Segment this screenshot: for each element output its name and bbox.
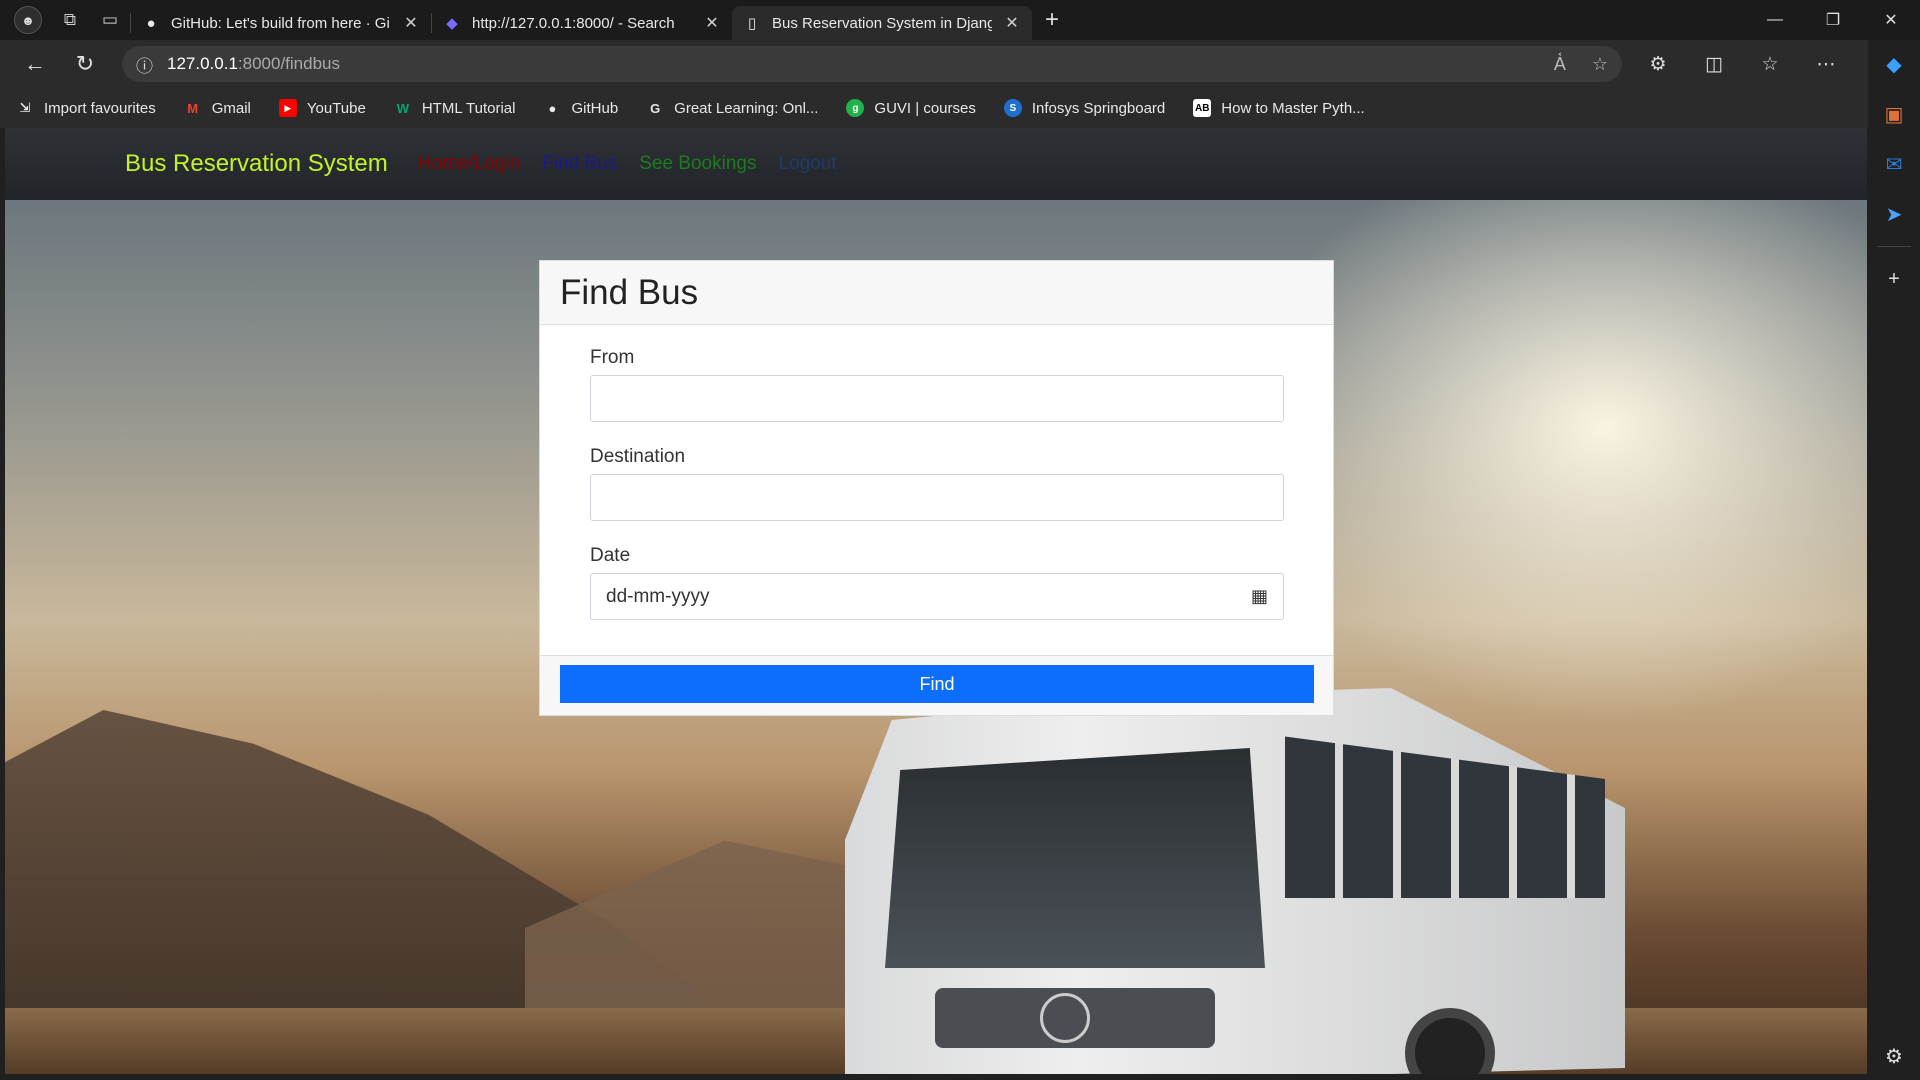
extensions-icon[interactable]: ⚙ — [1630, 40, 1686, 88]
bookmark-label: Import favourites — [44, 99, 156, 117]
settings-gear-icon[interactable]: ⚙ — [1876, 1038, 1912, 1074]
close-icon[interactable]: ✕ — [702, 13, 722, 33]
bookmark-great-learning[interactable]: G Great Learning: Onl... — [646, 99, 818, 117]
bookmark-github[interactable]: ● GitHub — [543, 99, 619, 117]
favourites-icon[interactable]: ☆ — [1742, 40, 1798, 88]
infosys-icon: S — [1003, 99, 1022, 117]
drop-icon[interactable]: ➤ — [1876, 196, 1912, 232]
from-input[interactable] — [590, 375, 1284, 422]
nav-see-bookings[interactable]: See Bookings — [639, 153, 756, 175]
add-icon[interactable]: + — [1876, 261, 1912, 297]
minimize-button[interactable]: — — [1746, 0, 1804, 40]
bookmark-label: GUVI | courses — [874, 99, 976, 117]
ab-icon: AB — [1193, 99, 1212, 117]
date-label: Date — [590, 545, 631, 566]
bookmarks-bar: ⇲ Import favourites M Gmail ▶ YouTube W … — [0, 88, 1868, 128]
card-title: Find Bus — [540, 261, 1333, 325]
date-placeholder: dd-mm-yyyy — [606, 585, 710, 607]
tab-search[interactable]: ◆ http://127.0.0.1:8000/ - Search ✕ — [432, 6, 732, 40]
bookmark-label: Great Learning: Onl... — [674, 99, 819, 117]
sidebar-divider — [1877, 246, 1911, 247]
date-input[interactable]: dd-mm-yyyy ▦ — [590, 573, 1284, 620]
card-footer: Find — [540, 655, 1333, 715]
tab-actions-icon[interactable]: ▭ — [90, 0, 130, 40]
more-options-icon[interactable]: ⋯ — [1798, 40, 1854, 88]
refresh-button[interactable]: ↻ — [60, 40, 110, 88]
restore-button[interactable]: ❐ — [1804, 0, 1862, 40]
url-path: :8000/findbus — [237, 54, 340, 73]
destination-field[interactable] — [606, 475, 1268, 520]
bookmark-youtube[interactable]: ▶ YouTube — [278, 99, 366, 117]
info-icon[interactable]: ⓘ — [136, 52, 153, 77]
new-tab-button[interactable]: + — [1032, 0, 1072, 40]
bookmark-label: Gmail — [211, 99, 251, 117]
site-brand[interactable]: Bus Reservation System — [125, 150, 388, 178]
background-bus-image — [845, 688, 1625, 1074]
guvi-icon: g — [846, 99, 865, 117]
close-window-button[interactable]: ✕ — [1862, 0, 1920, 40]
date-group: Date dd-mm-yyyy ▦ — [590, 545, 1284, 620]
bookmark-label: How to Master Pyth... — [1221, 99, 1365, 117]
page-icon: ▯ — [747, 15, 757, 32]
address-bar[interactable]: ⓘ 127.0.0.1:8000/findbus A᷾ ☆ — [122, 46, 1622, 82]
bookmark-label: Infosys Springboard — [1031, 99, 1166, 117]
back-button[interactable]: ← — [10, 40, 60, 88]
destination-group: Destination — [590, 446, 1284, 521]
find-bus-card: Find Bus From Destination Date dd-mm-yyy… — [539, 260, 1334, 716]
tab-github[interactable]: ● GitHub: Let's build from here · Gi ✕ — [131, 6, 431, 40]
browser-tabbar: ☻ ⧉ ▭ ● GitHub: Let's build from here · … — [0, 0, 1920, 40]
bookmark-gmail[interactable]: M Gmail — [184, 99, 251, 117]
bookmark-label: HTML Tutorial — [421, 99, 516, 117]
import-icon: ⇲ — [19, 100, 31, 115]
close-icon[interactable]: ✕ — [401, 13, 421, 33]
bookmark-master-python[interactable]: AB How to Master Pyth... — [1193, 99, 1365, 117]
outlook-icon[interactable]: ✉ — [1876, 146, 1912, 182]
tab-title: http://127.0.0.1:8000/ - Search — [472, 14, 675, 32]
browser-toolbar: ← ↻ ⓘ 127.0.0.1:8000/findbus A᷾ ☆ ⚙ ◫ ☆ … — [0, 40, 1920, 88]
github-icon: ● — [548, 100, 557, 116]
address-bar-actions: A᷾ ☆ — [1554, 54, 1608, 75]
edge-sidebar: ◆ ▣ ✉ ➤ + ⚙ — [1868, 40, 1920, 1080]
calendar-icon[interactable]: ▦ — [1251, 586, 1268, 607]
from-field[interactable] — [606, 376, 1268, 421]
site-navbar: Bus Reservation System Home/Login Find B… — [5, 128, 1867, 200]
bookmark-label: GitHub — [571, 99, 619, 117]
from-group: From — [590, 347, 1284, 422]
bookmark-import-favourites[interactable]: ⇲ Import favourites — [16, 99, 156, 117]
destination-input[interactable] — [590, 474, 1284, 521]
nav-logout[interactable]: Logout — [778, 153, 836, 175]
bookmark-guvi[interactable]: g GUVI | courses — [846, 99, 976, 117]
window-controls: — ❐ ✕ — [1746, 0, 1920, 40]
profile-avatar-icon[interactable]: ☻ — [14, 6, 42, 34]
favourite-star-icon[interactable]: ☆ — [1592, 54, 1608, 75]
read-aloud-icon[interactable]: A᷾ — [1554, 54, 1566, 75]
youtube-icon: ▶ — [278, 99, 297, 117]
find-button[interactable]: Find — [560, 665, 1314, 703]
tab-title: Bus Reservation System in Djang — [772, 14, 992, 32]
tools-icon[interactable]: ▣ — [1876, 96, 1912, 132]
nav-find-bus[interactable]: Find Bus — [542, 153, 617, 175]
tab-title: GitHub: Let's build from here · Gi — [171, 14, 390, 32]
tab-bus-reservation[interactable]: ▯ Bus Reservation System in Djang ✕ — [732, 6, 1032, 40]
bookmark-html-tutorial[interactable]: W HTML Tutorial — [394, 99, 516, 117]
split-screen-icon[interactable]: ◫ — [1686, 40, 1742, 88]
gmail-icon: M — [187, 100, 199, 116]
destination-label: Destination — [590, 446, 686, 467]
page-viewport: Bus Reservation System Home/Login Find B… — [5, 128, 1867, 1074]
bookmark-infosys[interactable]: S Infosys Springboard — [1003, 99, 1166, 117]
toolbar-actions: ⚙ ◫ ☆ ⋯ — [1630, 40, 1854, 88]
w3schools-icon: W — [396, 100, 409, 116]
from-label: From — [590, 347, 635, 368]
workspaces-icon[interactable]: ⧉ — [50, 0, 90, 40]
close-icon[interactable]: ✕ — [1002, 13, 1022, 33]
copilot-icon: ◆ — [446, 15, 458, 32]
nav-home-login[interactable]: Home/Login — [418, 153, 520, 175]
google-icon: G — [650, 100, 661, 116]
copilot-icon[interactable]: ◆ — [1876, 46, 1912, 82]
bookmark-label: YouTube — [306, 99, 366, 117]
find-bus-form: From Destination Date dd-mm-yyyy ▦ — [540, 325, 1333, 620]
github-icon: ● — [146, 14, 156, 32]
url-text: 127.0.0.1:8000/findbus — [167, 54, 340, 74]
url-host: 127.0.0.1 — [167, 54, 238, 73]
